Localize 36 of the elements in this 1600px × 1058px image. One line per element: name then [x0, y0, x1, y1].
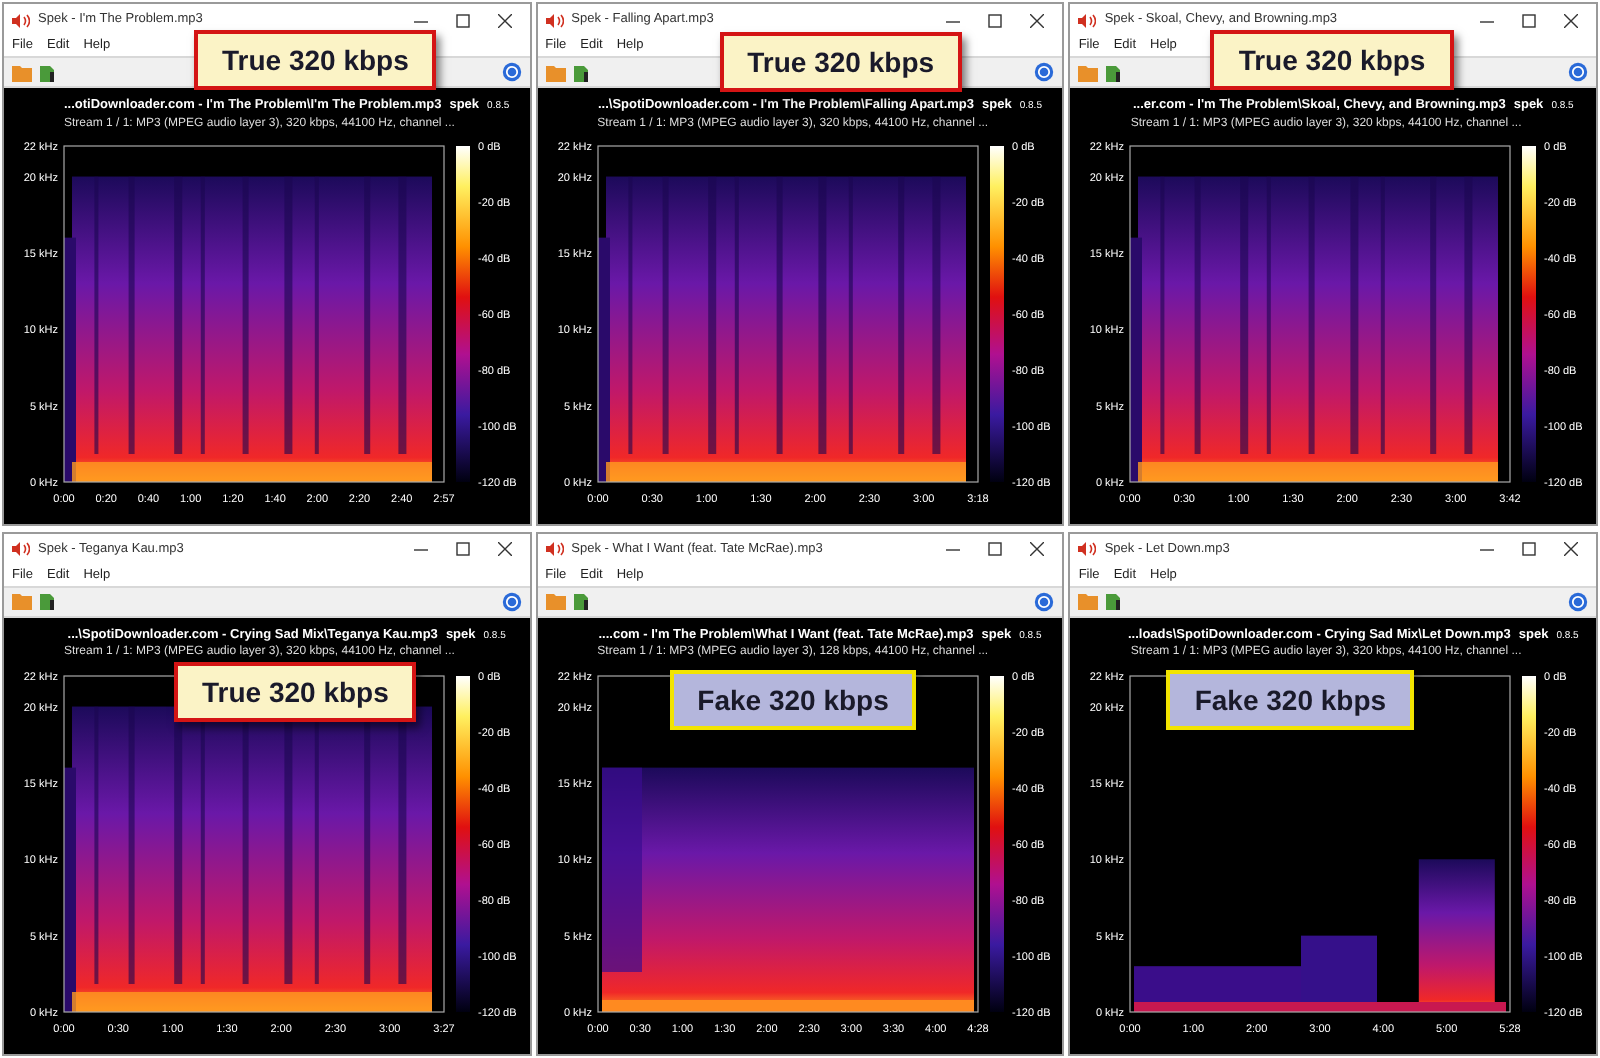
help-icon[interactable]	[501, 591, 522, 611]
close-button[interactable]	[1030, 542, 1045, 556]
save-icon[interactable]	[38, 63, 56, 81]
maximize-button[interactable]	[988, 542, 1003, 556]
save-icon[interactable]	[1104, 63, 1123, 81]
speaker-icon	[545, 13, 564, 27]
verdict-label: True 320 kbps	[174, 661, 417, 721]
maximize-button[interactable]	[455, 542, 470, 556]
verdict-label: True 320 kbps	[719, 32, 963, 92]
speaker-icon	[12, 13, 30, 27]
close-button[interactable]	[1563, 542, 1578, 556]
close-button[interactable]	[497, 13, 512, 27]
close-button[interactable]	[1563, 13, 1578, 27]
maximize-button[interactable]	[1521, 13, 1536, 27]
help-icon[interactable]	[501, 62, 522, 82]
save-icon[interactable]	[571, 592, 590, 610]
save-icon[interactable]	[571, 63, 590, 81]
speaker-icon	[12, 542, 30, 556]
close-button[interactable]	[497, 542, 512, 556]
speaker-icon	[1078, 542, 1097, 556]
save-icon[interactable]	[1104, 592, 1123, 610]
help-icon[interactable]	[1567, 62, 1588, 82]
maximize-button[interactable]	[1521, 542, 1536, 556]
close-button[interactable]	[1030, 13, 1045, 27]
verdict-label: Fake 320 kbps	[1166, 669, 1415, 729]
help-icon[interactable]	[1034, 591, 1055, 611]
speaker-icon	[545, 542, 564, 556]
help-icon[interactable]	[1567, 591, 1588, 611]
verdict-label: True 320 kbps	[1210, 30, 1454, 90]
help-icon[interactable]	[1034, 62, 1055, 82]
maximize-button[interactable]	[988, 13, 1003, 27]
verdict-label: True 320 kbps	[194, 30, 437, 90]
speaker-icon	[1078, 13, 1097, 27]
save-icon[interactable]	[38, 592, 56, 610]
maximize-button[interactable]	[455, 13, 470, 27]
verdict-label: Fake 320 kbps	[669, 669, 917, 729]
